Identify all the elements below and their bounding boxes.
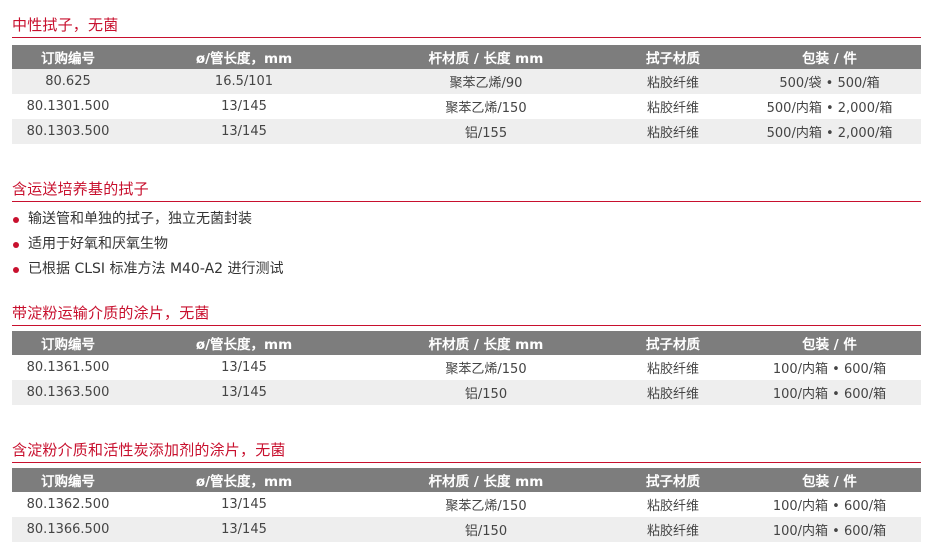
- packaging-cell: 500/内箱 • 2,000/箱: [766, 126, 893, 141]
- starch-medium-table: 订购编号 ø/管长度，mm 杆材质 / 长度 mm 拭子材质 包装 / 件 80…: [12, 331, 921, 405]
- order-no-cell: 80.1361.500: [26, 360, 110, 375]
- col-header-tube-size: ø/管长度，mm: [195, 337, 293, 353]
- table-row: 80.1303.500 13/145 铝/155 粘胶纤维 500/内箱 • 2…: [12, 119, 921, 144]
- col-header-order-no: 订购编号: [41, 51, 95, 67]
- col-header-swab-material: 拭子材质: [646, 51, 700, 67]
- col-header-swab-material: 拭子材质: [646, 474, 700, 490]
- col-header-tube-size: ø/管长度，mm: [195, 51, 293, 67]
- tube-size-cell: 13/145: [221, 497, 267, 512]
- section-divider: [12, 201, 921, 202]
- bullet-icon: [13, 216, 19, 223]
- col-header-swab-material: 拭子材质: [646, 337, 700, 353]
- table-row: 80.1362.500 13/145 聚苯乙烯/150 粘胶纤维 100/内箱 …: [12, 492, 921, 517]
- order-no-cell: 80.1301.500: [26, 99, 110, 114]
- shaft-cell: 聚苯乙烯/150: [445, 499, 527, 514]
- table-header: 订购编号 ø/管长度，mm 杆材质 / 长度 mm 拭子材质 包装 / 件: [12, 468, 921, 492]
- packaging-cell: 500/袋 • 500/箱: [779, 76, 880, 91]
- swab-material-cell: 粘胶纤维: [646, 76, 699, 91]
- tube-size-cell: 13/145: [221, 360, 267, 375]
- section-divider: [12, 37, 921, 38]
- packaging-cell: 100/内箱 • 600/箱: [772, 524, 887, 539]
- col-header-order-no: 订购编号: [41, 474, 95, 490]
- bullet-icon: [13, 241, 19, 248]
- shaft-cell: 铝/150: [464, 387, 508, 402]
- packaging-cell: 100/内箱 • 600/箱: [772, 387, 887, 402]
- feature-list: 输送管和单独的拭子，独立无菌封装 适用于好氧和厌氧生物 已根据 CLSI 标准方…: [12, 207, 284, 282]
- shaft-cell: 聚苯乙烯/90: [449, 76, 523, 91]
- col-header-shaft: 杆材质 / 长度 mm: [428, 51, 544, 67]
- charcoal-medium-table: 订购编号 ø/管长度，mm 杆材质 / 长度 mm 拭子材质 包装 / 件 80…: [12, 468, 921, 542]
- order-no-cell: 80.1363.500: [26, 385, 110, 400]
- tube-size-cell: 13/145: [221, 522, 267, 537]
- section-divider: [12, 462, 921, 463]
- swab-material-cell: 粘胶纤维: [646, 499, 699, 514]
- section-title-charcoal-medium: 含淀粉介质和活性炭添加剂的涂片，无菌: [12, 441, 286, 459]
- col-header-packaging: 包装 / 件: [802, 474, 857, 490]
- tube-size-cell: 16.5/101: [214, 74, 274, 89]
- table-row: 80.1301.500 13/145 聚苯乙烯/150 粘胶纤维 500/内箱 …: [12, 94, 921, 119]
- packaging-cell: 100/内箱 • 600/箱: [772, 362, 887, 377]
- packaging-cell: 100/内箱 • 600/箱: [772, 499, 887, 514]
- col-header-order-no: 订购编号: [41, 337, 95, 353]
- table-row: 80.1366.500 13/145 铝/150 粘胶纤维 100/内箱 • 6…: [12, 517, 921, 542]
- shaft-cell: 聚苯乙烯/150: [445, 362, 527, 377]
- order-no-cell: 80.1362.500: [26, 497, 110, 512]
- section-title-neutral-swabs: 中性拭子，无菌: [12, 16, 119, 34]
- order-no-cell: 80.1366.500: [26, 522, 110, 537]
- col-header-tube-size: ø/管长度，mm: [195, 474, 293, 490]
- swab-material-cell: 粘胶纤维: [646, 524, 699, 539]
- table-row: 80.1361.500 13/145 聚苯乙烯/150 粘胶纤维 100/内箱 …: [12, 355, 921, 380]
- table-header: 订购编号 ø/管长度，mm 杆材质 / 长度 mm 拭子材质 包装 / 件: [12, 331, 921, 355]
- packaging-cell: 500/内箱 • 2,000/箱: [766, 101, 893, 116]
- table-header: 订购编号 ø/管长度，mm 杆材质 / 长度 mm 拭子材质 包装 / 件: [12, 45, 921, 69]
- order-no-cell: 80.1303.500: [26, 124, 110, 139]
- list-item-text: 已根据 CLSI 标准方法 M40-A2 进行测试: [28, 261, 284, 277]
- col-header-packaging: 包装 / 件: [802, 337, 857, 353]
- list-item-text: 适用于好氧和厌氧生物: [28, 236, 168, 252]
- shaft-cell: 铝/155: [464, 126, 508, 141]
- col-header-packaging: 包装 / 件: [802, 51, 857, 67]
- neutral-swabs-table: 订购编号 ø/管长度，mm 杆材质 / 长度 mm 拭子材质 包装 / 件 80…: [12, 45, 921, 144]
- list-item-text: 输送管和单独的拭子，独立无菌封装: [28, 211, 252, 227]
- bullet-icon: [13, 266, 19, 273]
- order-no-cell: 80.625: [45, 74, 91, 89]
- section-title-starch-medium: 带淀粉运输介质的涂片，无菌: [12, 304, 210, 322]
- table-row: 80.1363.500 13/145 铝/150 粘胶纤维 100/内箱 • 6…: [12, 380, 921, 405]
- list-item: 输送管和单独的拭子，独立无菌封装: [12, 207, 284, 232]
- shaft-cell: 聚苯乙烯/150: [445, 101, 527, 116]
- swab-material-cell: 粘胶纤维: [646, 126, 699, 141]
- list-item: 已根据 CLSI 标准方法 M40-A2 进行测试: [12, 257, 284, 282]
- list-item: 适用于好氧和厌氧生物: [12, 232, 284, 257]
- col-header-shaft: 杆材质 / 长度 mm: [428, 337, 544, 353]
- swab-material-cell: 粘胶纤维: [646, 387, 699, 402]
- tube-size-cell: 13/145: [221, 99, 267, 114]
- tube-size-cell: 13/145: [221, 385, 267, 400]
- tube-size-cell: 13/145: [221, 124, 267, 139]
- section-title-transport-swabs: 含运送培养基的拭子: [12, 180, 149, 198]
- shaft-cell: 铝/150: [464, 524, 508, 539]
- swab-material-cell: 粘胶纤维: [646, 362, 699, 377]
- col-header-shaft: 杆材质 / 长度 mm: [428, 474, 544, 490]
- swab-material-cell: 粘胶纤维: [646, 101, 699, 116]
- section-divider: [12, 325, 921, 326]
- table-row: 80.625 16.5/101 聚苯乙烯/90 粘胶纤维 500/袋 • 500…: [12, 69, 921, 94]
